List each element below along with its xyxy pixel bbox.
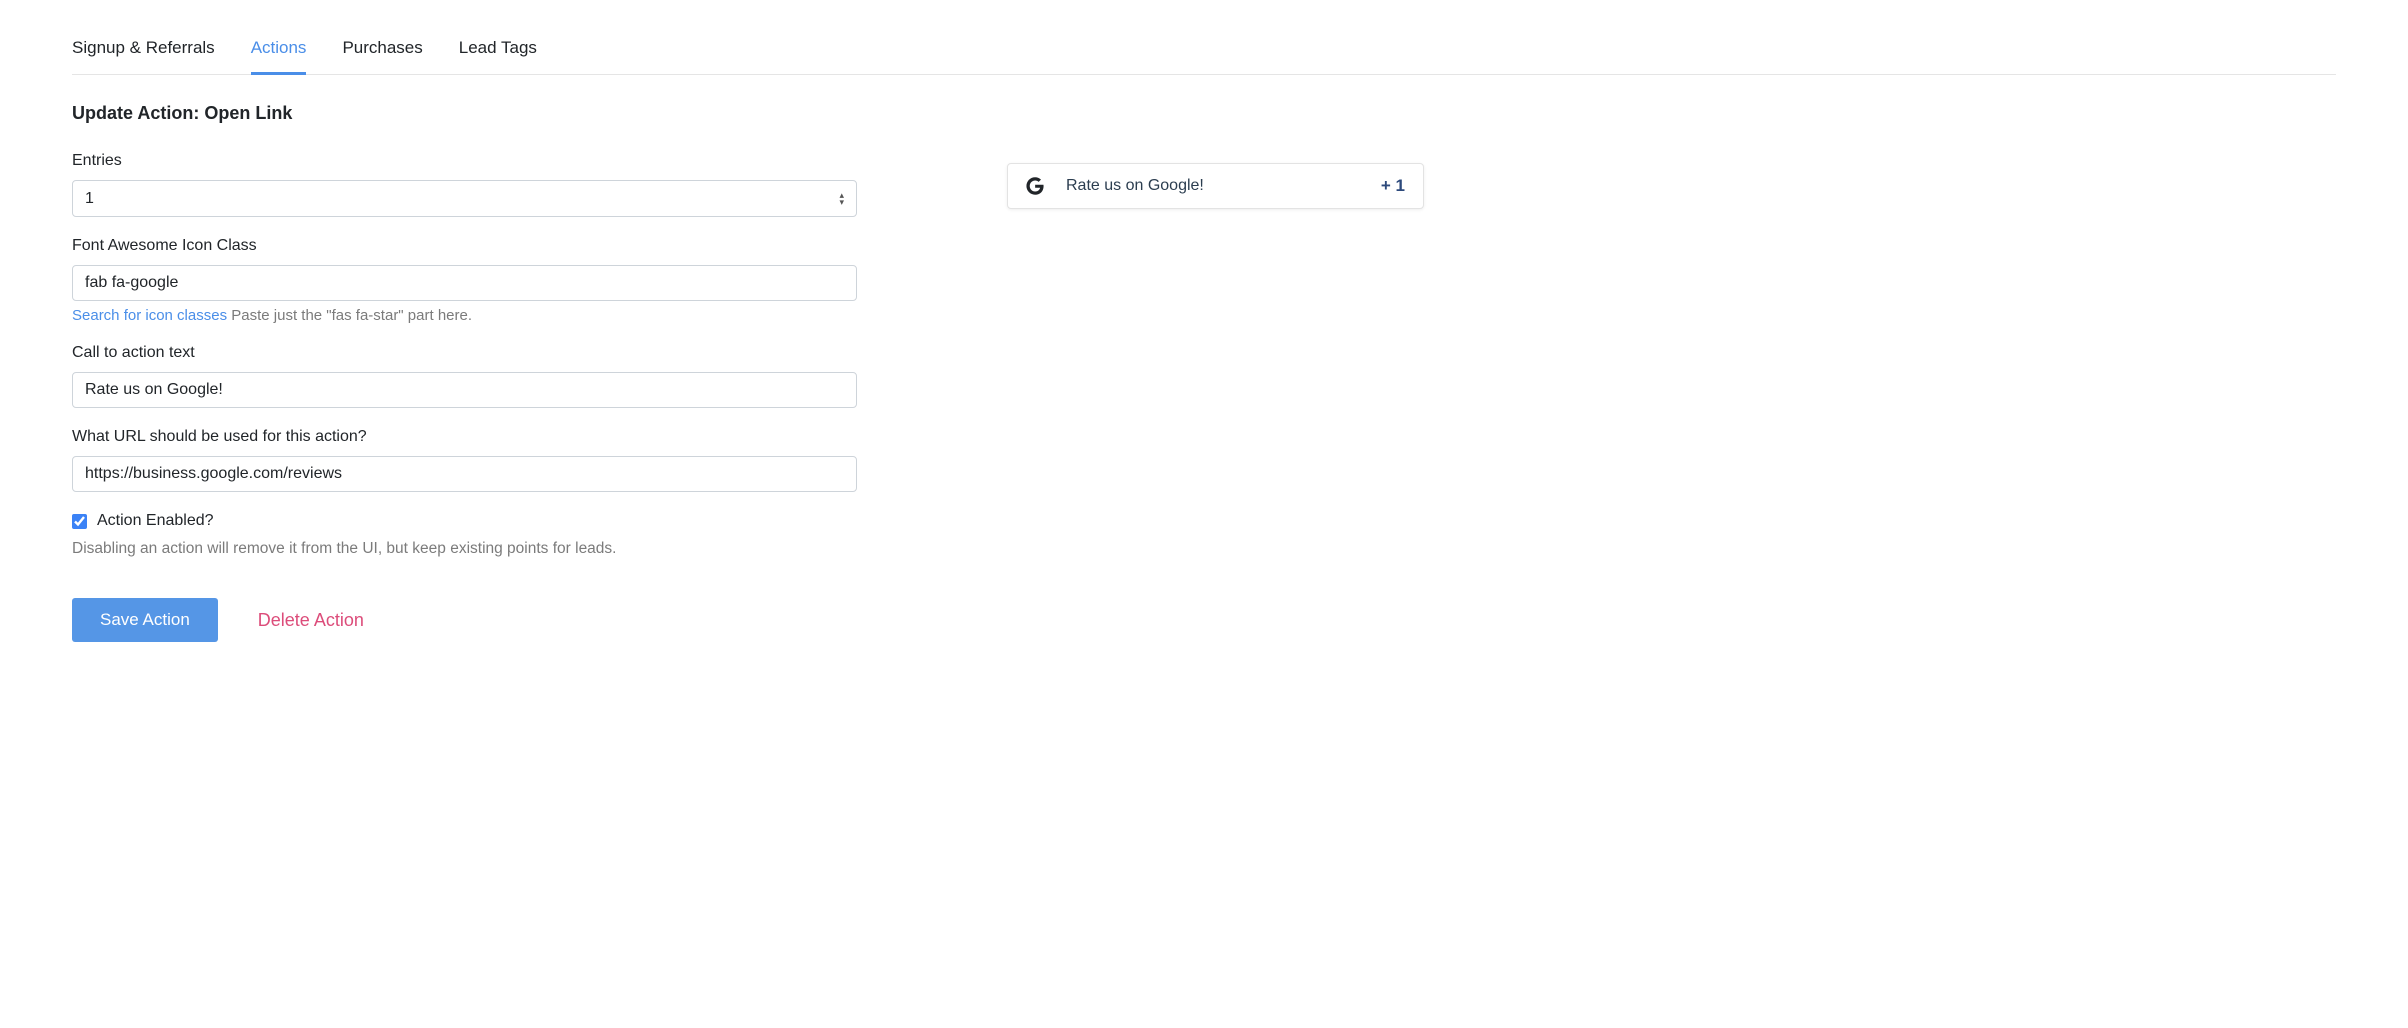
tabs-nav: Signup & Referrals Actions Purchases Lea… — [72, 30, 2336, 75]
field-entries: Entries 1 ▴▾ — [72, 152, 857, 217]
stepper-icon[interactable]: ▴▾ — [839, 192, 844, 206]
button-row: Save Action Delete Action — [72, 598, 857, 642]
tab-purchases[interactable]: Purchases — [342, 30, 422, 75]
google-icon — [1026, 177, 1044, 195]
field-url: What URL should be used for this action? — [72, 428, 857, 492]
icon-class-input[interactable] — [72, 265, 857, 301]
field-enabled: Action Enabled? — [72, 512, 857, 530]
preview-text: Rate us on Google! — [1066, 177, 1204, 195]
url-input[interactable] — [72, 456, 857, 492]
field-cta: Call to action text — [72, 344, 857, 408]
icon-class-helper: Paste just the "fas fa-star" part here. — [227, 307, 472, 324]
preview-points: + 1 — [1381, 176, 1405, 196]
cta-label: Call to action text — [72, 344, 857, 362]
cta-input[interactable] — [72, 372, 857, 408]
enabled-label: Action Enabled? — [97, 512, 214, 530]
preview-column: Rate us on Google! + 1 — [1007, 103, 1424, 209]
tab-lead-tags[interactable]: Lead Tags — [459, 30, 537, 75]
field-icon-class: Font Awesome Icon Class Search for icon … — [72, 237, 857, 324]
entries-value: 1 — [85, 190, 94, 208]
search-icon-classes-link[interactable]: Search for icon classes — [72, 307, 227, 324]
save-button[interactable]: Save Action — [72, 598, 218, 642]
entries-input[interactable]: 1 ▴▾ — [72, 180, 857, 217]
tab-signup-referrals[interactable]: Signup & Referrals — [72, 30, 215, 75]
delete-button[interactable]: Delete Action — [258, 610, 364, 631]
tab-actions[interactable]: Actions — [251, 30, 307, 75]
url-label: What URL should be used for this action? — [72, 428, 857, 446]
entries-label: Entries — [72, 152, 857, 170]
form-column: Update Action: Open Link Entries 1 ▴▾ Fo… — [72, 103, 857, 642]
icon-class-label: Font Awesome Icon Class — [72, 237, 857, 255]
preview-card[interactable]: Rate us on Google! + 1 — [1007, 163, 1424, 209]
page-title: Update Action: Open Link — [72, 103, 857, 124]
enabled-checkbox[interactable] — [72, 514, 87, 529]
enabled-note: Disabling an action will remove it from … — [72, 540, 857, 558]
